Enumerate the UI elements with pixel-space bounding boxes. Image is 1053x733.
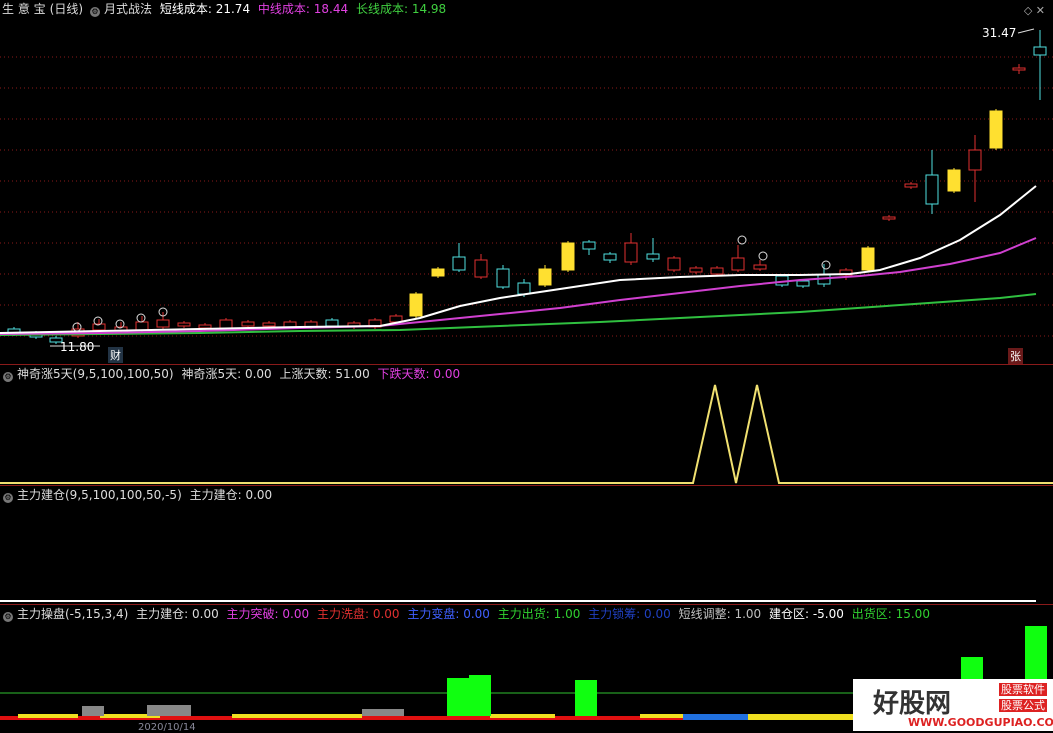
- window-controls[interactable]: ◇ ✕: [1024, 4, 1045, 17]
- down-days-label: 下跌天数:: [377, 367, 434, 381]
- candle-body: [452, 256, 466, 271]
- item-1-label: 主力突破:: [226, 607, 283, 621]
- jiancang-panel[interactable]: ⚙ 主力建仓(9,5,100,100,50,-5) 主力建仓: 0.00: [0, 486, 1053, 604]
- jiancang-v1-label: 主力建仓:: [189, 488, 246, 502]
- candle-body: [156, 319, 170, 328]
- candle-body: [710, 267, 724, 275]
- candle-body: [689, 267, 703, 273]
- candle-body: [517, 282, 531, 295]
- candle-body: [667, 257, 681, 271]
- item-7-label: 建仓区:: [768, 607, 813, 621]
- low-price-label: 11.80: [60, 340, 95, 354]
- up-days-value: 51.00: [335, 367, 370, 381]
- up-days-label: 上涨天数:: [279, 367, 336, 381]
- candle-body: [904, 183, 918, 188]
- candle-body: [753, 264, 767, 270]
- jiancang-header: ⚙ 主力建仓(9,5,100,100,50,-5) 主力建仓: 0.00: [0, 486, 276, 504]
- item-3-label: 主力变盘:: [407, 607, 464, 621]
- item-5-value: 0.00: [644, 607, 671, 621]
- item-7-value: -5.00: [812, 607, 844, 621]
- settings-icon[interactable]: ⚙: [3, 372, 13, 382]
- main-chart-panel[interactable]: 生 意 宝 (日线) ⚙ 月式战法 短线成本: 21.74 中线成本: 18.44 长…: [0, 0, 1053, 364]
- shenqi-header: ⚙ 神奇涨5天(9,5,100,100,50) 神奇涨5天: 0.00 上涨天数:…: [0, 365, 464, 383]
- candle-body: [262, 322, 276, 327]
- item-0-label: 主力建仓:: [136, 607, 192, 621]
- item-6-label: 短线调整:: [678, 607, 735, 621]
- candle-body: [582, 241, 596, 250]
- main-header: 生 意 宝 (日线) ⚙ 月式战法 短线成本: 21.74 中线成本: 18.44 长…: [2, 0, 450, 18]
- item-4-label: 主力出货:: [497, 607, 554, 621]
- shenqi-v1: 0.00: [244, 367, 272, 381]
- watermark-url: WWW.GOODGUPIAO.COM: [908, 716, 1053, 729]
- candle-body: [968, 149, 982, 171]
- watermark-logo: 好股网: [873, 689, 952, 719]
- candle-body: [135, 321, 149, 331]
- long-cost-value: 14.98: [411, 2, 447, 16]
- item-1-value: 0.00: [282, 607, 310, 621]
- caopan-header: ⚙ 主力操盘(-5,15,3,4) 主力建仓: 0.00 主力突破: 0.00 主…: [0, 605, 934, 623]
- high-price-label: 31.47: [982, 26, 1017, 40]
- mid-cost-value: 18.44: [313, 2, 349, 16]
- candle-body: [198, 324, 212, 329]
- cai-tag[interactable]: 财: [108, 347, 123, 363]
- candle-body: [409, 293, 423, 317]
- item-2-value: 0.00: [372, 607, 400, 621]
- indicator-name: 月式战法: [104, 2, 153, 16]
- down-days-value: 0.00: [433, 367, 461, 381]
- shenqi-chart: [0, 384, 1053, 484]
- jiancang-title: 主力建仓(9,5,100,100,50,-5): [17, 488, 182, 502]
- candle-body: [241, 321, 255, 327]
- watermark: 好股网 股票软件 股票公式 WWW.GOODGUPIAO.COM: [853, 679, 1053, 731]
- short-cost-value: 21.74: [215, 2, 251, 16]
- item-4-value: 1.00: [553, 607, 581, 621]
- candlestick-chart: [0, 28, 1053, 347]
- zhang-tag[interactable]: 张: [1008, 348, 1023, 364]
- candle-body: [603, 253, 617, 261]
- candle-body: [646, 253, 660, 260]
- short-cost-line: [0, 185, 1037, 334]
- candle-body: [947, 169, 961, 192]
- brand-label: 生 意 宝: [2, 2, 46, 16]
- date-label: 2020/10/14: [138, 722, 196, 733]
- settings-icon[interactable]: ⚙: [90, 7, 101, 17]
- candle-body: [1012, 67, 1026, 71]
- candle-body: [474, 259, 488, 278]
- candle-body: [624, 242, 638, 263]
- settings-icon[interactable]: ⚙: [3, 493, 13, 503]
- candle-body: [861, 247, 875, 271]
- period-label: (日线): [49, 2, 84, 16]
- candle-body: [731, 257, 745, 271]
- candle-body: [561, 242, 575, 271]
- candle-body: [431, 268, 445, 277]
- item-8-value: 15.00: [895, 607, 930, 621]
- candle-body: [219, 319, 233, 329]
- candle-body: [989, 110, 1003, 149]
- mid-cost-label: 中线成本:: [257, 2, 314, 16]
- item-5-label: 主力锁筹:: [588, 607, 645, 621]
- item-2-label: 主力洗盘:: [316, 607, 373, 621]
- item-6-value: 1.00: [734, 607, 762, 621]
- watermark-tag-2: 股票公式: [999, 699, 1047, 712]
- candle-body: [882, 216, 896, 220]
- long-cost-line: [0, 293, 1037, 336]
- candle-body: [925, 174, 939, 205]
- item-0-value: 0.00: [192, 607, 219, 621]
- shenqi-v1-label: 神奇涨5天:: [181, 367, 245, 381]
- candle-body: [177, 322, 191, 327]
- candle-body: [1033, 46, 1047, 56]
- watermark-tag-1: 股票软件: [999, 683, 1047, 696]
- candle-body: [496, 268, 510, 288]
- settings-icon[interactable]: ⚙: [3, 612, 13, 622]
- caopan-title: 主力操盘(-5,15,3,4): [17, 607, 129, 621]
- jiancang-v1: 0.00: [245, 488, 273, 502]
- shenqi-panel[interactable]: ⚙ 神奇涨5天(9,5,100,100,50) 神奇涨5天: 0.00 上涨天数:…: [0, 365, 1053, 485]
- candle-body: [796, 280, 810, 287]
- shenqi-title: 神奇涨5天(9,5,100,100,50): [17, 367, 174, 381]
- candle-body: [538, 268, 552, 286]
- short-cost-label: 短线成本:: [159, 2, 216, 16]
- candle-body: [325, 319, 339, 327]
- item-3-value: 0.00: [463, 607, 490, 621]
- item-8-label: 出货区:: [851, 607, 896, 621]
- long-cost-label: 长线成本:: [355, 2, 412, 16]
